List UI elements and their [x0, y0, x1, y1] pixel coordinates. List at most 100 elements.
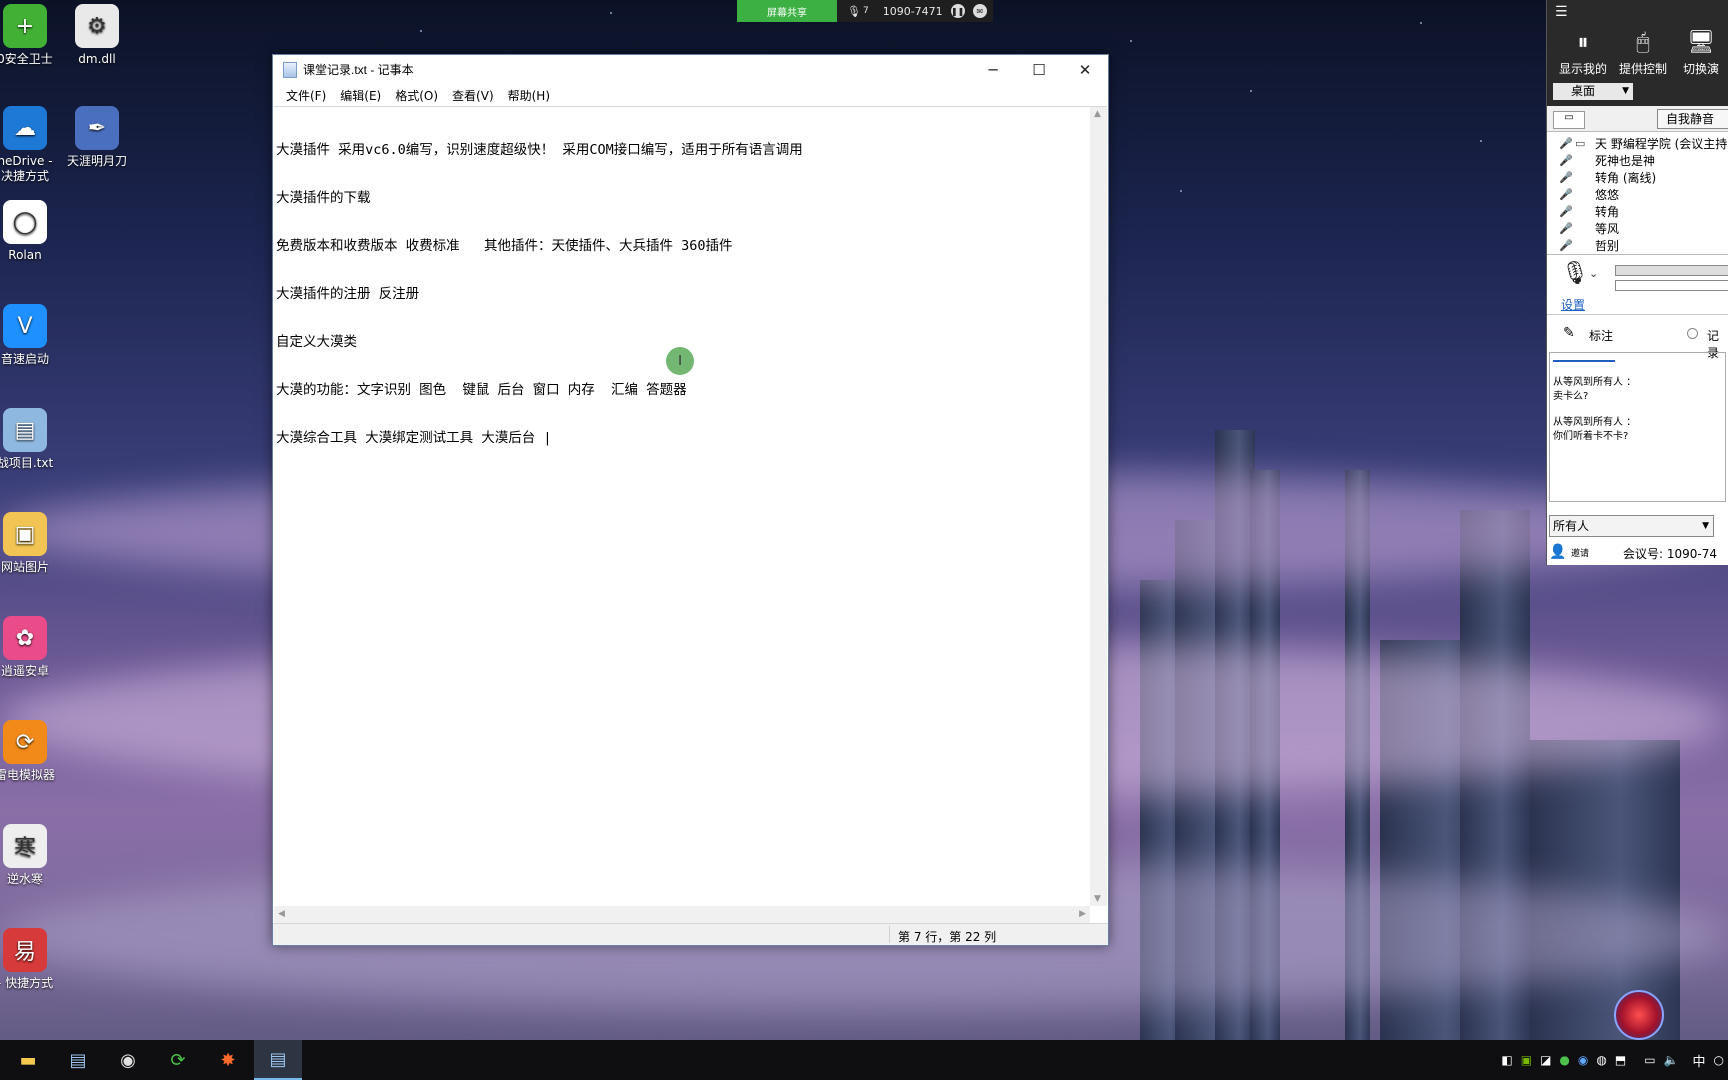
- file-explorer-icon[interactable]: ▬: [4, 1040, 52, 1080]
- microphone-icon[interactable]: 🎙: [847, 5, 861, 18]
- desktop-icon[interactable]: V 音速启动: [0, 304, 70, 367]
- participant-row[interactable]: 🎤 等风: [1547, 220, 1728, 237]
- participant-screen-icon: ▭: [1575, 137, 1586, 150]
- text-editor[interactable]: 大漠插件 采用vc6.0编写，识别速度超级快！ 采用COM接口编写，适用于所有语…: [274, 106, 1107, 923]
- tray-icon[interactable]: ◉: [1578, 1053, 1588, 1067]
- desktop-icon-label: 逆水寒: [6, 872, 43, 886]
- chat-recipient-select[interactable]: 所有人 ▼: [1549, 515, 1714, 537]
- search-icon[interactable]: ○: [1714, 1053, 1724, 1067]
- desktop-icon[interactable]: ◯ Rolan: [0, 200, 70, 263]
- participant-list: 🎤 ▭ 天 野编程学院 (会议主持 🎤 死神也是神 🎤 转角 (离线) 🎤 悠悠 🎤 转角 🎤 等风 🎤 哲…: [1547, 132, 1728, 254]
- vertical-scrollbar[interactable]: ▲ ▼: [1090, 107, 1107, 906]
- tray-icon[interactable]: ⬒: [1615, 1053, 1626, 1067]
- app-icon[interactable]: ✸: [204, 1040, 252, 1080]
- meeting-panel: ☰ ⏸ 显示我的 🖱 提供控制 🖥 切换演 桌面 ▼ ▭ 自我静音 🎤 ▭ 天 野编…: [1546, 0, 1728, 565]
- desktop-icon[interactable]: ⟳ 雷电模拟器: [0, 720, 70, 783]
- participant-name: 死神也是神: [1595, 154, 1656, 168]
- menu-format[interactable]: 格式(O): [395, 87, 438, 104]
- participant-row[interactable]: 🎤 哲别: [1547, 237, 1728, 254]
- participant-row[interactable]: 🎤 转角: [1547, 203, 1728, 220]
- give-control-button[interactable]: 🖱 提供控制: [1613, 30, 1673, 77]
- invite-button[interactable]: 邀请: [1571, 546, 1589, 559]
- scroll-up-icon[interactable]: ▲: [1094, 109, 1101, 119]
- tray-icon[interactable]: ◪: [1540, 1053, 1551, 1067]
- scroll-right-icon[interactable]: ▶: [1079, 909, 1086, 919]
- floating-avatar[interactable]: [1614, 990, 1664, 1040]
- desktop-icon[interactable]: ✒ 天涯明月刀: [52, 106, 142, 169]
- desktop-icon[interactable]: 寒逆水寒: [0, 824, 70, 887]
- microphone-icon[interactable]: 🎙: [1561, 261, 1589, 286]
- audio-controls: 🎙 ⌄ 设置: [1547, 254, 1728, 314]
- notepad-active-icon[interactable]: ▤: [254, 1040, 302, 1080]
- horizontal-scrollbar[interactable]: ◀ ▶: [274, 906, 1090, 923]
- chat-message: 从等风到所有人 ： 你们听着卡不卡?: [1553, 416, 1722, 444]
- pen-icon[interactable]: ✎: [1563, 325, 1575, 341]
- switch-presenter-button[interactable]: 🖥 切换演: [1671, 30, 1728, 77]
- menu-view[interactable]: 查看(V): [452, 87, 494, 104]
- scroll-left-icon[interactable]: ◀: [278, 909, 285, 919]
- desktop-select[interactable]: 桌面 ▼: [1553, 83, 1633, 100]
- menu-help[interactable]: 帮助(H): [508, 87, 550, 104]
- participant-mic-icon: 🎤: [1559, 137, 1573, 150]
- meeting-number: 会议号: 1090-74: [1623, 547, 1717, 561]
- panel-footer: 👤 邀请 会议号: 1090-74: [1547, 542, 1728, 564]
- chat-recipient-value: 所有人: [1553, 519, 1590, 533]
- self-mute-button[interactable]: 自我静音: [1657, 109, 1728, 129]
- speed-launch-icon: V: [3, 304, 47, 348]
- chevron-down-icon[interactable]: ⌄: [1589, 267, 1598, 280]
- qq-icon[interactable]: ◉: [104, 1040, 152, 1080]
- window-title: 课堂记录.txt - 记事本: [303, 63, 414, 77]
- ime-indicator[interactable]: 中: [1693, 1051, 1706, 1070]
- settings-link[interactable]: 设置: [1561, 296, 1585, 313]
- ldplayer-icon: ⟳: [3, 720, 47, 764]
- desktop-icon[interactable]: ▣ 网站图片: [0, 512, 70, 575]
- participant-row[interactable]: 🎤 死神也是神: [1547, 152, 1728, 169]
- maximize-button[interactable]: ☐: [1016, 55, 1062, 84]
- shortcut-icon: 易: [3, 928, 47, 972]
- desktop-icon[interactable]: ▤ 战项目.txt: [0, 408, 70, 471]
- participant-row[interactable]: 🎤 ▭ 天 野编程学院 (会议主持: [1547, 135, 1728, 152]
- title-bar[interactable]: 课堂记录.txt - 记事本 ─ ☐ ✕: [273, 55, 1108, 84]
- participant-mic-icon: 🎤: [1559, 239, 1573, 252]
- browser-icon[interactable]: ⟳: [154, 1040, 202, 1080]
- menu-edit[interactable]: 编辑(E): [340, 87, 381, 104]
- desktop-icon[interactable]: ✿ 逍遥安卓: [0, 616, 70, 679]
- participant-name: 哲别: [1595, 239, 1620, 253]
- editor-content[interactable]: 大漠插件 采用vc6.0编写，识别速度超级快！ 采用COM接口编写，适用于所有语…: [274, 107, 1107, 481]
- participant-mic-icon: 🎤: [1559, 188, 1573, 201]
- network-icon[interactable]: ▭: [1644, 1053, 1655, 1067]
- show-mine-button[interactable]: ⏸ 显示我的: [1553, 30, 1613, 77]
- text-line: 大漠综合工具 大漠绑定测试工具 大漠后台 |: [276, 430, 552, 446]
- desktop-icon[interactable]: ⚙ dm.dll: [52, 4, 142, 67]
- desktop-select-value: 桌面: [1571, 84, 1596, 98]
- text-line: 大漠插件的注册 反注册: [276, 286, 420, 302]
- participant-row[interactable]: 🎤 悠悠: [1547, 186, 1728, 203]
- scroll-down-icon[interactable]: ▼: [1094, 894, 1101, 904]
- volume-icon[interactable]: 🔈: [1664, 1053, 1679, 1067]
- system-tray: ◧ ▣ ◪ ● ◉ ◍ ⬒ ▭ 🔈 中 ○: [1497, 1040, 1728, 1080]
- close-button[interactable]: ✕: [1062, 55, 1108, 84]
- screen-share-button[interactable]: 屏幕共享: [737, 0, 837, 22]
- screen-tab-icon[interactable]: ▭: [1553, 111, 1585, 129]
- status-separator: [889, 926, 890, 943]
- chat-icon[interactable]: ✉: [972, 4, 987, 18]
- tray-icon[interactable]: ◍: [1596, 1053, 1606, 1067]
- desktop-icon[interactable]: 易 - 快捷方式: [0, 928, 70, 991]
- annotate-label[interactable]: 标注: [1589, 327, 1613, 344]
- add-user-icon[interactable]: 👤: [1549, 544, 1566, 560]
- participant-row[interactable]: 🎤 转角 (离线): [1547, 169, 1728, 186]
- minimize-button[interactable]: ─: [970, 55, 1016, 84]
- chat-log[interactable]: 从等风到所有人 ： 卖卡么? 从等风到所有人 ： 你们听着卡不卡?: [1549, 352, 1726, 502]
- notepad-taskbar-icon[interactable]: ▤: [54, 1040, 102, 1080]
- onedrive-icon: ☁: [3, 106, 47, 150]
- desktop-icon-label: 音速启动: [0, 352, 49, 366]
- record-radio[interactable]: [1687, 328, 1698, 339]
- tray-icon[interactable]: ◧: [1501, 1053, 1512, 1067]
- pause-icon[interactable]: ❚❚: [950, 4, 965, 18]
- tray-icon[interactable]: ●: [1559, 1053, 1569, 1067]
- desktop-icon-label: dm.dll: [78, 52, 116, 66]
- menu-file[interactable]: 文件(F): [286, 87, 326, 104]
- hamburger-menu-icon[interactable]: ☰: [1555, 4, 1568, 20]
- nvidia-icon[interactable]: ▣: [1521, 1053, 1532, 1067]
- desktop-icon-label: 战项目.txt: [0, 456, 54, 470]
